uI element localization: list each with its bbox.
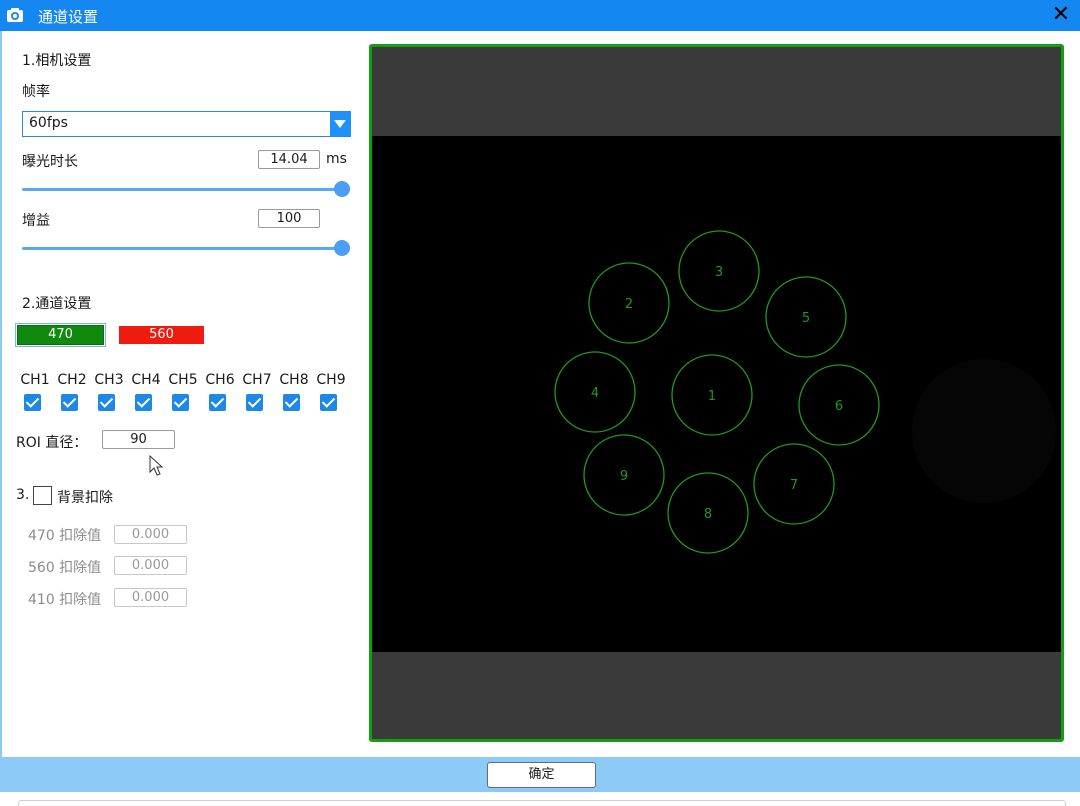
gain-slider-thumb[interactable] xyxy=(334,240,350,256)
gain-slider-track xyxy=(22,247,342,250)
mouse-cursor-icon xyxy=(149,455,164,476)
title-bar: 通道设置 ✕ xyxy=(0,0,1080,31)
ch5-checkbox[interactable] xyxy=(172,394,189,411)
bg-470-input[interactable]: 0.000 xyxy=(114,525,187,544)
window-bottom-edge xyxy=(18,800,1066,806)
roi-label-4: 4 xyxy=(591,386,599,401)
exposure-slider[interactable] xyxy=(22,181,350,197)
ch1-checkbox[interactable] xyxy=(24,394,41,411)
roi-diameter-input[interactable]: 90 xyxy=(102,430,175,449)
ch7-label: CH7 xyxy=(242,372,272,388)
roi-label-7: 7 xyxy=(790,478,798,493)
bg-410-label: 410 扣除值 xyxy=(28,592,102,608)
roi-label-3: 3 xyxy=(715,265,723,280)
roi-label-6: 6 xyxy=(835,399,843,414)
roi-diameter-label: ROI 直径： xyxy=(16,435,88,451)
ch1-label: CH1 xyxy=(20,372,50,388)
preview-canvas: 1 2 3 4 5 6 7 8 9 xyxy=(372,47,1061,739)
exposure-input[interactable]: 14.04 xyxy=(258,150,320,169)
ch9-label: CH9 xyxy=(316,372,346,388)
gain-input[interactable]: 100 xyxy=(258,209,320,228)
ch4-checkbox[interactable] xyxy=(135,394,152,411)
ch5-label: CH5 xyxy=(168,372,198,388)
framerate-label: 帧率 xyxy=(22,84,50,100)
close-icon[interactable]: ✕ xyxy=(1052,3,1070,27)
specimen-shadow xyxy=(912,359,1056,503)
background-subtract-label: 背景扣除 xyxy=(57,490,113,506)
roi-label-2: 2 xyxy=(625,297,633,312)
ch8-checkbox[interactable] xyxy=(283,394,300,411)
framerate-select[interactable]: 60fps xyxy=(22,111,351,137)
ch3-label: CH3 xyxy=(94,372,124,388)
window-title: 通道设置 xyxy=(38,8,99,26)
ch3-checkbox[interactable] xyxy=(98,394,115,411)
ch7-checkbox[interactable] xyxy=(246,394,263,411)
camera-preview[interactable]: 1 2 3 4 5 6 7 8 9 xyxy=(369,44,1064,742)
exposure-slider-thumb[interactable] xyxy=(334,181,350,197)
framerate-value: 60fps xyxy=(29,115,68,131)
bg-560-label: 560 扣除值 xyxy=(28,560,102,576)
roi-label-1: 1 xyxy=(708,389,716,404)
bg-410-input[interactable]: 0.000 xyxy=(114,588,187,607)
ch2-label: CH2 xyxy=(57,372,87,388)
gain-slider[interactable] xyxy=(22,240,350,256)
ch9-checkbox[interactable] xyxy=(320,394,337,411)
bg-470-label: 470 扣除值 xyxy=(28,528,102,544)
ch6-label: CH6 xyxy=(205,372,235,388)
wavelength-470-button[interactable]: 470 xyxy=(17,325,104,345)
ch4-label: CH4 xyxy=(131,372,161,388)
camera-section-title: 1.相机设置 xyxy=(22,53,92,69)
background-subtract-checkbox[interactable] xyxy=(33,486,52,505)
roi-label-5: 5 xyxy=(802,311,810,326)
chevron-down-icon[interactable] xyxy=(330,112,350,136)
ch2-checkbox[interactable] xyxy=(61,394,78,411)
roi-label-8: 8 xyxy=(704,507,712,522)
channel-section-title: 2.通道设置 xyxy=(22,296,92,312)
exposure-slider-track xyxy=(22,188,342,191)
exposure-label: 曝光时长 xyxy=(22,154,78,170)
background-section-prefix: 3. xyxy=(16,487,30,503)
ok-button[interactable]: 确定 xyxy=(487,762,596,788)
exposure-unit: ms xyxy=(326,151,347,167)
ch6-checkbox[interactable] xyxy=(209,394,226,411)
bg-560-input[interactable]: 0.000 xyxy=(114,556,187,575)
roi-label-9: 9 xyxy=(620,469,628,484)
wavelength-560-button[interactable]: 560 xyxy=(119,326,204,344)
settings-panel: 1.相机设置 帧率 60fps 曝光时长 14.04 ms 增益 100 2.通… xyxy=(0,31,360,757)
ch8-label: CH8 xyxy=(279,372,309,388)
camera-icon xyxy=(7,8,23,22)
gain-label: 增益 xyxy=(22,213,50,229)
